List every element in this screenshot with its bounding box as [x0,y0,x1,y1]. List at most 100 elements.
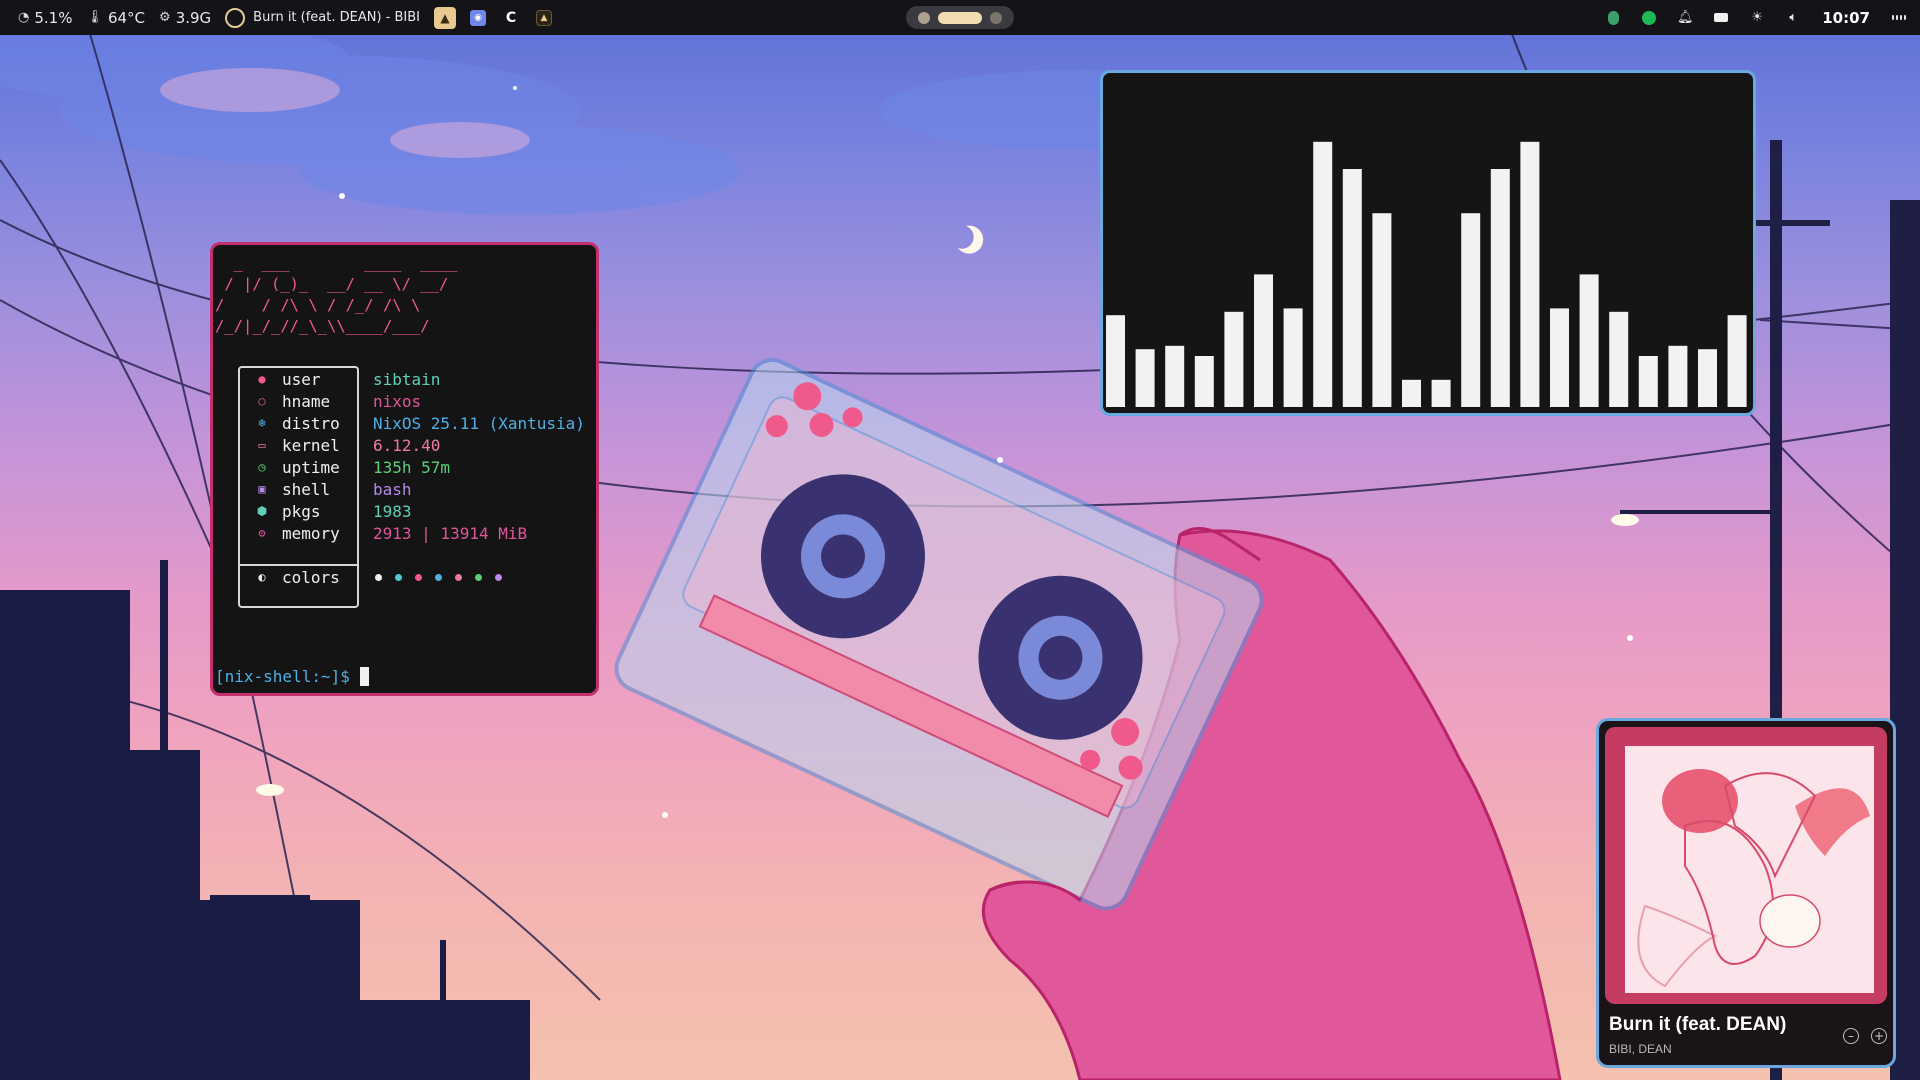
visualizer-bar [1372,213,1392,407]
workspace-1[interactable] [918,11,930,24]
music-player-widget[interactable]: Burn it (feat. DEAN) BIBI, DEAN – + [1596,718,1896,1068]
host-icon: ○ [258,394,266,408]
fetch-value-memory: 2913 | 13914 MiB [373,523,528,543]
visualizer-bars [1106,141,1747,408]
fetch-key: colors [282,567,340,587]
palette-swatch [475,573,482,581]
fetch-row-distro: ❄ distro [254,412,340,434]
app-grid-icon[interactable] [1892,11,1906,25]
vpn-icon[interactable] [1606,10,1620,25]
visualizer-bar [1668,345,1688,407]
fetch-key: pkgs [282,501,321,521]
visualizer-bar [1727,315,1747,407]
nixos-ascii-logo: _ ___ ____ ____ / |/ (_)_ __/ __ \/ __/ … [215,254,458,335]
fetch-value-shell: bash [373,479,412,499]
album-art-frame [1605,727,1887,1004]
minus-circle-icon[interactable]: – [1843,1028,1859,1044]
fetch-row-hostname: ○ hname [254,390,330,412]
temperature-value: 64°C [107,8,146,27]
fetch-key: distro [282,413,340,433]
workspace-3[interactable] [990,11,1002,24]
fetch-row-user: ● user [254,368,321,390]
fetch-value-packages: 1983 [373,501,412,521]
clock[interactable]: 10:07 [1822,9,1870,27]
terminal-window[interactable]: _ ___ ____ ____ / |/ (_)_ __/ __ \/ __/ … [210,242,599,696]
discord-app-icon[interactable]: ◉ [470,9,487,26]
visualizer-bar [1135,349,1155,407]
clock-icon: ◷ [258,460,266,474]
brightness-icon[interactable]: ☀ [1750,10,1764,25]
bar-right-section: 🔔︎ ☀ 🔈︎ 10:07 [1606,0,1920,35]
fetch-value-hostname: nixos [373,391,422,411]
visualizer-bar [1342,169,1362,407]
fetch-value-user: sibtain [373,369,441,389]
fetch-key: user [282,369,321,389]
palette-icon: ◐ [258,570,266,584]
top-bar: ◔ 5.1% 🌡︎ 64°C ⚙ 3.9G Burn it (feat. DEA… [0,0,1920,35]
visualizer-bar [1402,379,1421,407]
terminal-icon: ▣ [258,482,266,496]
visualizer-bar [1106,315,1125,407]
visualizer-bar [1698,349,1717,407]
fetch-row-uptime: ◷ uptime [254,456,340,478]
visualizer-bar [1313,141,1333,408]
spotify-icon[interactable] [1642,10,1657,25]
user-icon: ● [258,372,266,386]
terminal-app-icon-secondary[interactable]: ▲ [536,9,553,26]
cpu-stat[interactable]: ◔ 5.1% [18,9,72,27]
fetch-row-kernel: ▭ kernel [254,434,340,456]
palette-swatch [495,573,502,581]
code-app-icon[interactable]: C [500,7,522,29]
fetch-value-distro: NixOS 25.11 (Xantusia) [373,413,585,433]
palette-swatch [455,573,462,581]
volume-icon[interactable]: 🔈︎ [1786,10,1800,25]
audio-visualizer-window[interactable] [1100,70,1756,416]
fetch-key: kernel [282,435,340,455]
fetch-key: hname [282,391,331,411]
song-artist: BIBI, DEAN [1609,1042,1672,1056]
text-cursor [359,666,369,686]
terminal-app-icon[interactable]: ▲ [434,6,457,29]
fetch-row-colors: ◐ colors [254,566,340,588]
fetch-row-shell: ▣ shell [254,478,330,500]
visualizer-bar [1490,169,1510,407]
cpu-usage: 5.1% [34,8,73,27]
palette-swatch [375,573,382,581]
visualizer-bar [1254,274,1273,407]
package-icon: ⬢ [256,504,268,518]
palette-swatch [395,573,402,581]
fetch-key: uptime [282,457,340,477]
prompt-text: [nix-shell:~]$ [215,666,350,686]
bar-left-section: ◔ 5.1% 🌡︎ 64°C ⚙ 3.9G Burn it (feat. DEA… [0,0,553,35]
workspace-2-active[interactable] [938,11,982,24]
fetch-value-kernel: 6.12.40 [373,435,441,455]
playback-progress-ring [225,7,246,28]
gauge-icon: ◔ [18,10,30,25]
fetch-key: shell [282,479,331,499]
color-palette [375,566,502,588]
fetch-row-memory: ⚙ memory [254,522,339,544]
fetch-row-packages: ⬢ pkgs [254,500,321,522]
palette-swatch [435,573,442,581]
plus-circle-icon[interactable]: + [1871,1028,1887,1044]
visualizer-bar [1550,308,1569,407]
visualizer-bar [1431,379,1451,407]
laptop-icon: ▭ [258,438,266,452]
memory-value: 3.9G [175,8,212,27]
memory-icon: ⚙ [258,526,266,540]
memory-stat[interactable]: ⚙ 3.9G [159,9,211,27]
now-playing-text: Burn it (feat. DEAN) - BIBI [253,10,421,25]
shell-prompt[interactable]: [nix-shell:~]$ [215,665,369,687]
visualizer-bar [1283,308,1303,407]
now-playing-widget[interactable]: Burn it (feat. DEAN) - BIBI [225,7,421,28]
workspace-switcher [906,6,1014,29]
visualizer-bar [1520,141,1540,408]
distro-icon: ❄ [258,416,266,430]
battery-icon[interactable] [1714,11,1729,25]
album-cover-illustration [1625,746,1874,993]
album-cover[interactable] [1625,746,1874,993]
visualizer-bar [1579,274,1599,407]
notification-bell-icon[interactable]: 🔔︎ [1677,10,1694,25]
visualizer-bar [1461,213,1481,407]
temperature-stat[interactable]: 🌡︎ 64°C [86,9,145,27]
